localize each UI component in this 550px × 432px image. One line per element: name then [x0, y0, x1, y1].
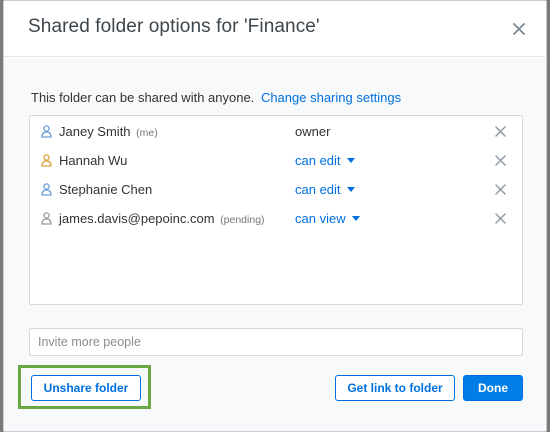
- member-permission: owner: [295, 124, 331, 139]
- get-link-button[interactable]: Get link to folder: [335, 375, 455, 401]
- dialog-title: Shared folder options for 'Finance': [28, 16, 320, 37]
- remove-member-icon[interactable]: [495, 155, 506, 166]
- user-icon: [41, 154, 52, 167]
- close-icon[interactable]: [512, 22, 526, 36]
- remove-member-icon[interactable]: [495, 126, 506, 137]
- change-sharing-settings-link[interactable]: Change sharing settings: [261, 90, 401, 105]
- member-name: james.davis@pepoinc.com (pending): [59, 211, 265, 226]
- member-name: Janey Smith (me): [59, 124, 158, 139]
- chevron-down-icon: [351, 216, 360, 221]
- member-row: james.davis@pepoinc.com (pending) can vi…: [30, 205, 522, 233]
- dialog-header: Shared folder options for 'Finance': [4, 1, 546, 57]
- member-row: Stephanie Chen can edit: [30, 176, 522, 204]
- user-icon: [41, 125, 52, 138]
- done-button[interactable]: Done: [463, 375, 523, 401]
- remove-member-icon[interactable]: [495, 184, 506, 195]
- permission-dropdown[interactable]: can edit: [295, 182, 355, 197]
- member-row: Janey Smith (me) owner: [30, 118, 522, 146]
- chevron-down-icon: [346, 187, 355, 192]
- permission-dropdown[interactable]: can view: [295, 211, 360, 226]
- sharing-info: This folder can be shared with anyone. C…: [31, 90, 401, 105]
- member-tag: (pending): [220, 214, 265, 226]
- user-icon: [41, 183, 52, 196]
- sharing-info-text: This folder can be shared with anyone.: [31, 90, 255, 105]
- permission-dropdown[interactable]: can edit: [295, 153, 355, 168]
- user-icon: [41, 212, 52, 225]
- member-name: Stephanie Chen: [59, 182, 153, 197]
- member-list: Janey Smith (me) owner Hannah Wu can edi…: [29, 115, 523, 305]
- dialog-body: This folder can be shared with anyone. C…: [4, 58, 546, 431]
- remove-member-icon[interactable]: [495, 213, 506, 224]
- invite-input[interactable]: [29, 328, 523, 356]
- unshare-folder-button[interactable]: Unshare folder: [31, 375, 141, 401]
- member-name: Hannah Wu: [59, 153, 128, 168]
- chevron-down-icon: [346, 158, 355, 163]
- member-row: Hannah Wu can edit: [30, 147, 522, 175]
- member-tag: (me): [136, 127, 158, 139]
- shared-folder-dialog: Shared folder options for 'Finance' This…: [3, 0, 547, 432]
